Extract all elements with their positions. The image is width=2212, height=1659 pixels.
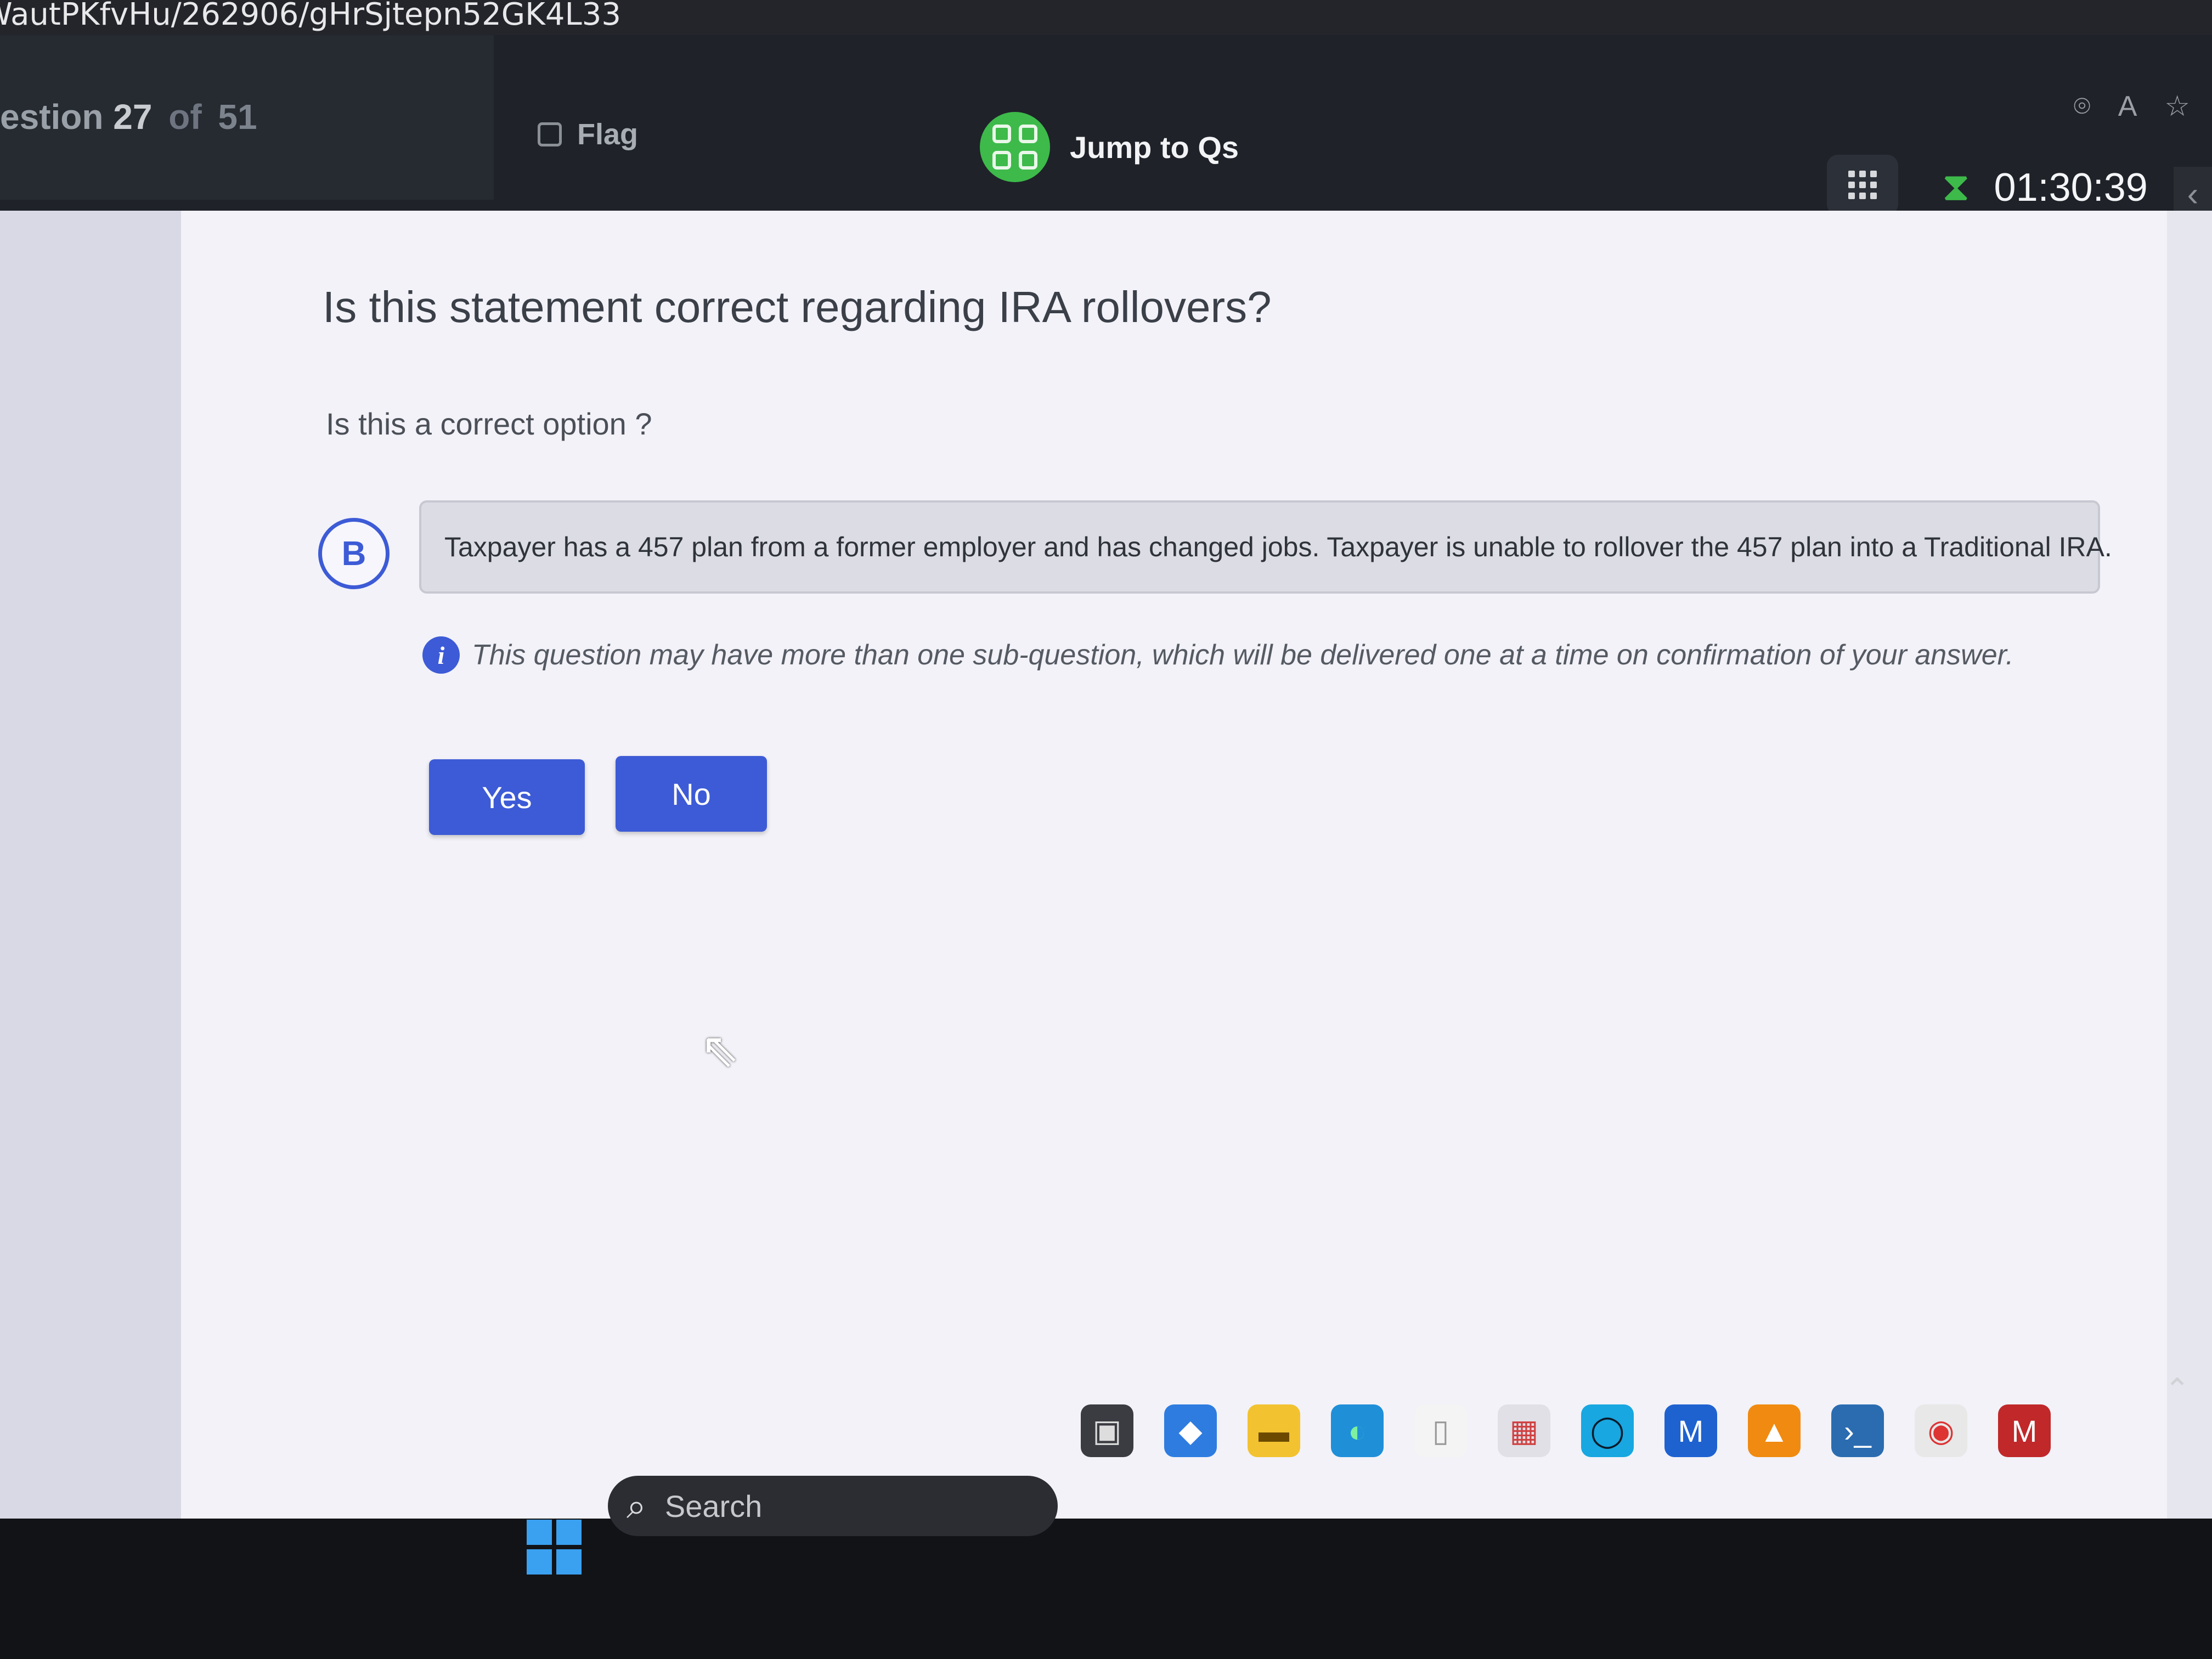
question-counter: estion 27 of 51 [0,97,257,137]
store-icon[interactable]: ▦ [1498,1404,1550,1457]
question-title: Is this statement correct regarding IRA … [323,283,1272,331]
windows-start-icon[interactable] [527,1520,582,1575]
mcafee-icon[interactable]: M [1998,1404,2051,1457]
yes-button[interactable]: Yes [429,759,585,835]
flag-checkbox[interactable] [538,122,562,146]
question-of: of [168,97,202,137]
terminal-icon[interactable]: ›_ [1831,1404,1884,1457]
chrome-icon[interactable]: ◉ [1915,1404,1967,1457]
question-number: 27 [113,97,153,137]
cortana-icon[interactable]: ◯ [1581,1404,1634,1457]
timer: ⧗ 01:30:39 [1942,165,2148,211]
calculator-button[interactable] [1827,155,1898,215]
taskbar-search[interactable]: ⌕ Search [608,1476,1058,1536]
url-text: ...learn.glider.ai/ind/assignment/MLFaqC… [0,0,621,32]
jump-label: Jump to Qs [1070,129,1239,165]
browser-address-bar[interactable]: ...learn.glider.ai/ind/assignment/MLFaqC… [0,0,2212,35]
info-icon: i [422,636,460,674]
option-text: Taxpayer has a 457 plan from a former em… [444,532,2112,562]
search-label: Search [664,1488,763,1523]
system-tray-chevron-up-icon[interactable]: ⌃ [2164,1372,2190,1408]
option-letter-badge: B [318,518,390,589]
chevron-left-icon: ‹ [2187,175,2199,213]
flag-toggle[interactable]: Flag [538,117,638,151]
app-m-icon[interactable]: M [1664,1404,1717,1457]
edge-browser-icon[interactable]: ◐ [1331,1404,1384,1457]
browser-toolbar-icons: ⌾ A ☆ [2073,90,2190,123]
taskbar-apps: ▣ ◆ ▬ ◐ ▯ ▦ ◯ M ▲ ›_ ◉ M [1081,1404,2051,1457]
windows-taskbar [0,1519,2212,1659]
copilot-icon[interactable]: ◆ [1164,1404,1217,1457]
no-button[interactable]: No [616,756,767,832]
info-text: This question may have more than one sub… [472,639,2014,671]
question-total: 51 [218,97,257,137]
left-panel [0,211,181,1519]
question-subtitle: Is this a correct option ? [326,407,652,441]
flag-label: Flag [577,118,639,151]
location-icon[interactable]: ⌾ [2073,90,2090,123]
mouse-cursor-icon: ⇖ [700,1024,740,1076]
timer-value: 01:30:39 [1994,166,2148,210]
grid-icon [980,112,1050,182]
file-explorer-icon[interactable]: ▬ [1248,1404,1300,1457]
question-area: Is this statement correct regarding IRA … [0,211,2212,1519]
jump-to-questions-button[interactable]: Jump to Qs [980,112,1239,182]
notepad-icon[interactable]: ▯ [1414,1404,1467,1457]
exam-header: estion 27 of 51 Flag Jump to Qs ⧗ 01:30:… [0,35,2212,222]
info-note: i This question may have more than one s… [422,636,2013,674]
calculator-icon [1848,171,1877,199]
question-word: estion [0,97,104,137]
read-aloud-icon[interactable]: A [2118,90,2137,123]
search-icon: ⌕ [627,1486,646,1526]
vlc-icon[interactable]: ▲ [1748,1404,1801,1457]
favorite-star-icon[interactable]: ☆ [2164,90,2190,123]
task-view-icon[interactable]: ▣ [1081,1404,1133,1457]
option-statement: Taxpayer has a 457 plan from a former em… [419,500,2112,594]
hourglass-icon: ⧗ [1942,165,1970,209]
